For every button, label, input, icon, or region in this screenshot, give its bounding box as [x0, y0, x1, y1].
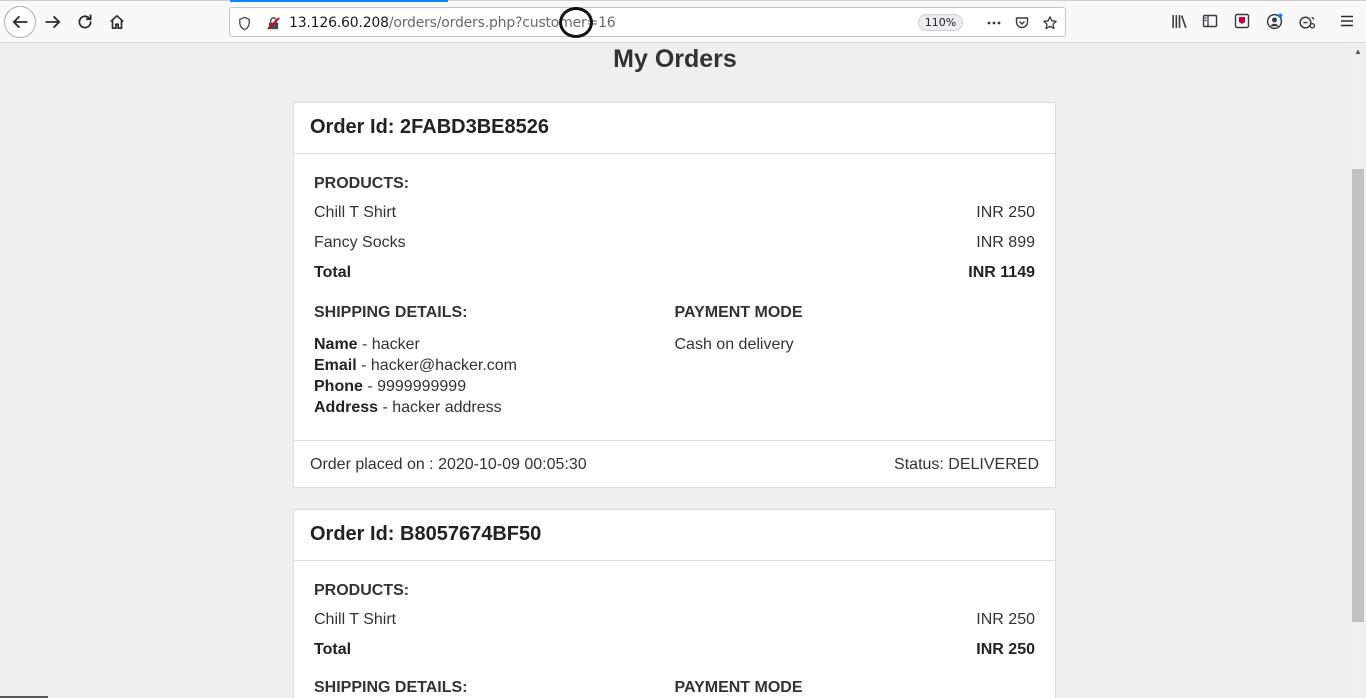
- products-label: PRODUCTS:: [314, 582, 410, 599]
- reload-icon[interactable]: [70, 7, 100, 37]
- total-label: Total: [314, 641, 352, 658]
- shipping-address: Address - hacker address: [314, 397, 675, 418]
- back-icon[interactable]: [4, 6, 36, 38]
- insecure-lock-icon[interactable]: [264, 14, 282, 32]
- shipping-details: SHIPPING DETAILS:: [314, 679, 675, 698]
- phone-value: - 9999999999: [362, 378, 467, 395]
- order-body: PRODUCTS: Chill T Shirt INR 250 Fancy So…: [294, 154, 1055, 440]
- active-tab-indicator: [230, 0, 448, 2]
- payment-details: PAYMENT MODE: [675, 679, 1036, 698]
- product-price: INR 899: [976, 234, 1035, 251]
- product-price: INR 250: [976, 611, 1035, 628]
- order-status: Status: DELIVERED: [894, 455, 1039, 473]
- order-card: Order Id: 2FABD3BE8526 PRODUCTS: Chill T…: [293, 102, 1056, 488]
- library-icon[interactable]: [1169, 11, 1189, 31]
- menu-icon[interactable]: [1337, 11, 1357, 31]
- name-label: Name: [314, 336, 358, 353]
- zoom-badge[interactable]: 110%: [918, 14, 963, 31]
- shipping-details: SHIPPING DETAILS: Name - hacker Email - …: [314, 304, 675, 418]
- order-placed-on: Order placed on : 2020-10-09 00:05:30: [310, 455, 587, 473]
- url-bar[interactable]: 13.126.60.208/orders/orders.php?customer…: [229, 7, 1066, 38]
- total-row: Total INR 250: [314, 641, 1035, 671]
- product-row: Fancy Socks INR 899: [314, 234, 1035, 264]
- sidebar-icon[interactable]: [1200, 11, 1220, 31]
- payment-label: PAYMENT MODE: [674, 304, 803, 321]
- address-value: - hacker address: [378, 399, 502, 416]
- sync-icon[interactable]: [1296, 11, 1316, 31]
- shield-icon[interactable]: [235, 14, 253, 32]
- order-footer: Order placed on : 2020-10-09 00:05:30 St…: [294, 440, 1055, 488]
- product-row: Chill T Shirt INR 250: [314, 204, 1035, 234]
- order-id: Order Id: B8057674BF50: [294, 510, 1055, 561]
- total-label: Total: [314, 264, 352, 281]
- products-label: PRODUCTS:: [314, 175, 410, 192]
- product-name: Chill T Shirt: [314, 204, 397, 221]
- scroll-up-arrow-icon[interactable]: ▲: [1354, 47, 1362, 56]
- scrollbar-thumb[interactable]: [1352, 169, 1364, 622]
- order-id: Order Id: 2FABD3BE8526: [294, 103, 1055, 154]
- payment-value: Cash on delivery: [674, 336, 794, 353]
- details-section: SHIPPING DETAILS: PAYMENT MODE: [314, 679, 1035, 698]
- product-name: Fancy Socks: [314, 234, 406, 251]
- details-section: SHIPPING DETAILS: Name - hacker Email - …: [314, 304, 1035, 418]
- shipping-phone: Phone - 9999999999: [314, 376, 675, 397]
- shipping-name: Name - hacker: [314, 334, 675, 355]
- payment-label: PAYMENT MODE: [674, 679, 803, 696]
- url-host: 13.126.60.208: [289, 15, 389, 31]
- tab-strip-edge: [0, 0, 1366, 1]
- browser-toolbar: 13.126.60.208/orders/orders.php?customer…: [0, 0, 1366, 43]
- order-card: Order Id: B8057674BF50 PRODUCTS: Chill T…: [293, 509, 1056, 698]
- forward-icon[interactable]: [38, 7, 68, 37]
- page-scrollbar[interactable]: ▲: [1350, 43, 1366, 698]
- bookmark-star-icon[interactable]: [1041, 14, 1059, 32]
- name-value: - hacker: [357, 336, 420, 353]
- shipping-email: Email - hacker@hacker.com: [314, 355, 675, 376]
- email-value: - hacker@hacker.com: [356, 357, 517, 374]
- product-price: INR 250: [976, 204, 1035, 221]
- more-icon[interactable]: [985, 14, 1003, 32]
- total-row: Total INR 1149: [314, 264, 1035, 294]
- annotation-circle: [559, 7, 593, 38]
- payment-details: PAYMENT MODE Cash on delivery: [675, 304, 1036, 418]
- home-icon[interactable]: [102, 7, 132, 37]
- total-value: INR 250: [976, 641, 1035, 658]
- address-label: Address: [314, 399, 379, 416]
- product-row: Chill T Shirt INR 250: [314, 611, 1035, 641]
- shipping-label: SHIPPING DETAILS:: [314, 679, 468, 696]
- extension-icon[interactable]: [1232, 11, 1252, 31]
- page-title: My Orders: [613, 45, 737, 73]
- shipping-label: SHIPPING DETAILS:: [314, 304, 468, 321]
- total-value: INR 1149: [968, 264, 1035, 281]
- product-name: Chill T Shirt: [314, 611, 397, 628]
- email-label: Email: [314, 357, 357, 374]
- account-icon[interactable]: [1264, 11, 1284, 31]
- phone-label: Phone: [314, 378, 363, 395]
- pocket-icon[interactable]: [1013, 14, 1031, 32]
- order-body: PRODUCTS: Chill T Shirt INR 250 Total IN…: [294, 561, 1055, 698]
